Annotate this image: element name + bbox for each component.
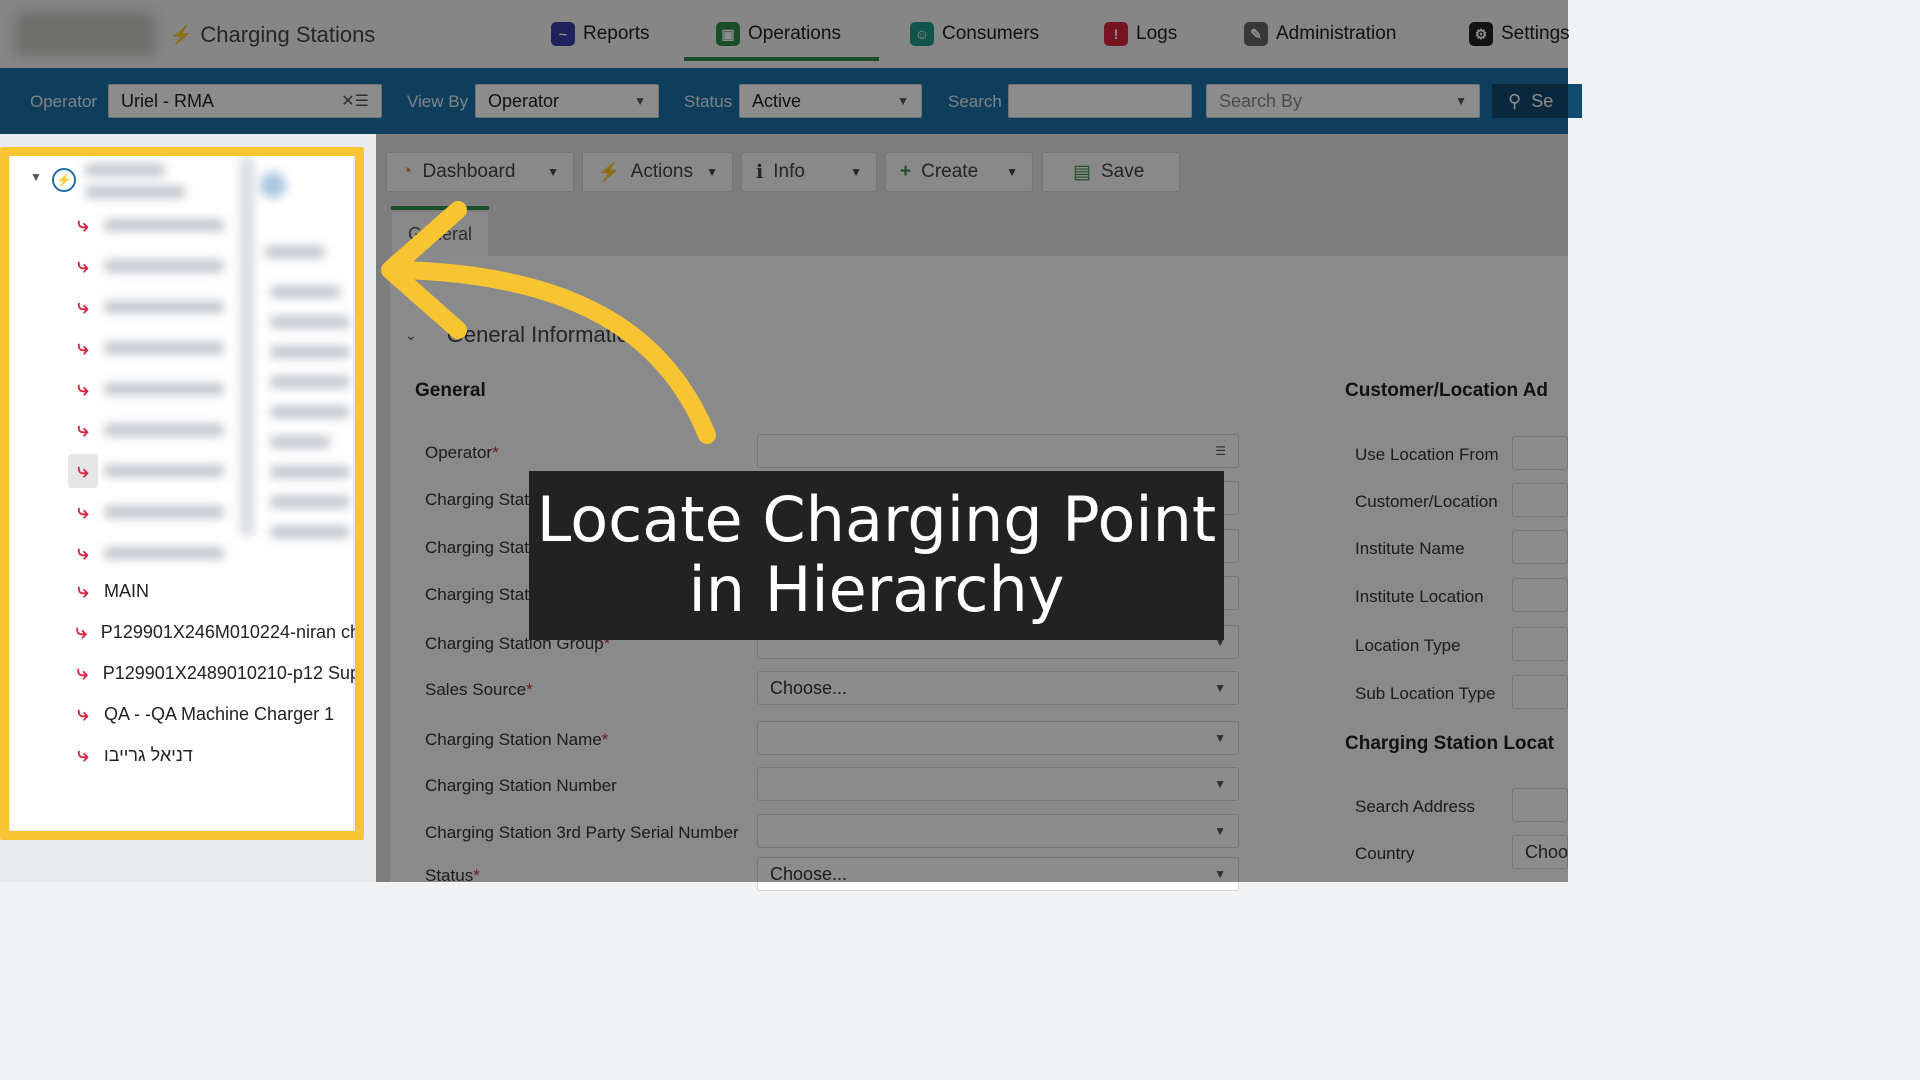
caption-line-1: Locate Charging Point [536,483,1217,556]
highlight-frame [0,147,364,840]
dim-overlay-top [0,0,1568,134]
caption-line-2: in Hierarchy [688,553,1065,626]
curved-arrow-icon [381,201,716,444]
caption-box: Locate Charging Point in Hierarchy [529,471,1224,640]
